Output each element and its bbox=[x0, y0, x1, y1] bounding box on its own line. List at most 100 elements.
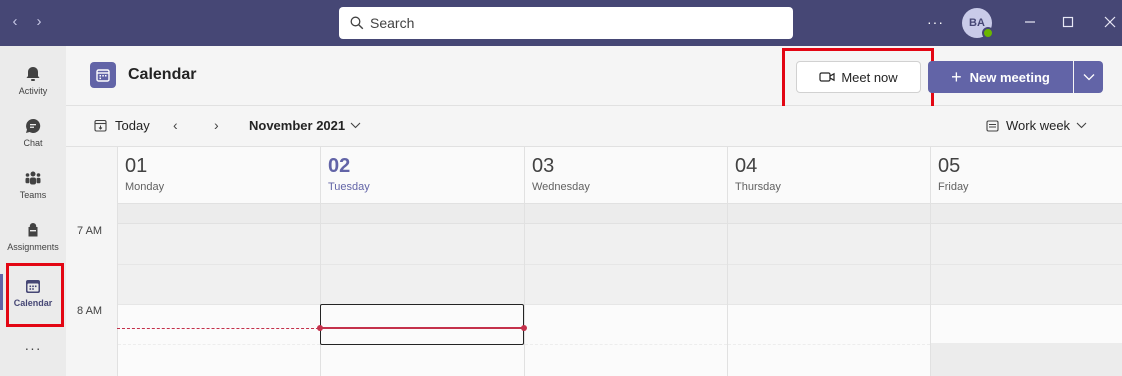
chat-icon bbox=[26, 118, 41, 133]
calendar-header: Calendar Meet now + New meeting bbox=[66, 46, 1122, 110]
day-column-wednesday[interactable]: 03 Wednesday bbox=[524, 147, 727, 376]
more-apps-icon[interactable]: ··· bbox=[0, 340, 66, 356]
day-name: Friday bbox=[938, 181, 969, 193]
title-bar: ‹ › Search ··· BA bbox=[0, 0, 1122, 46]
new-meeting-dropdown-button[interactable] bbox=[1074, 61, 1103, 93]
month-label: November 2021 bbox=[249, 118, 346, 133]
day-name: Monday bbox=[125, 181, 165, 193]
hour-line bbox=[931, 304, 1122, 305]
close-icon bbox=[1104, 16, 1116, 28]
meet-now-highlight-box bbox=[782, 48, 934, 110]
month-picker[interactable]: November 2021 bbox=[249, 118, 361, 133]
avatar[interactable]: BA bbox=[962, 8, 994, 39]
current-time-dot bbox=[521, 325, 527, 331]
history-nav: ‹ › bbox=[10, 13, 44, 30]
all-day-slot[interactable] bbox=[321, 204, 524, 224]
day-number: 03 bbox=[532, 155, 555, 177]
rail-item-activity[interactable]: Activity bbox=[0, 54, 66, 106]
time-slot[interactable] bbox=[525, 304, 727, 376]
view-switcher[interactable]: Work week bbox=[986, 118, 1087, 133]
today-button[interactable]: Today bbox=[94, 118, 150, 133]
calendar-toolbar: Today ‹ › November 2021 Work week bbox=[66, 106, 1122, 147]
all-day-slot[interactable] bbox=[931, 204, 1122, 224]
minimize-button[interactable] bbox=[1018, 10, 1042, 34]
chevron-left-icon[interactable]: ‹ bbox=[173, 117, 178, 133]
calendar-highlight-box bbox=[6, 263, 64, 327]
rail-item-label: Teams bbox=[19, 189, 47, 200]
current-time-indicator bbox=[117, 328, 319, 329]
hour-line bbox=[525, 304, 727, 305]
time-slot[interactable] bbox=[118, 304, 320, 376]
half-hour-line bbox=[321, 264, 524, 265]
rail-item-label: Assignments bbox=[7, 241, 59, 252]
rail-item-label: Chat bbox=[23, 137, 43, 148]
search-placeholder: Search bbox=[370, 15, 415, 31]
plus-icon: + bbox=[951, 67, 962, 87]
rail-item-label: Activity bbox=[18, 85, 48, 96]
half-hour-line bbox=[118, 344, 320, 345]
day-name: Thursday bbox=[735, 181, 781, 193]
current-time-line bbox=[319, 327, 523, 329]
day-name: Wednesday bbox=[532, 181, 590, 193]
day-column-friday[interactable]: 05 Friday bbox=[930, 147, 1122, 376]
minimize-icon bbox=[1025, 21, 1035, 23]
maximize-button[interactable] bbox=[1056, 10, 1080, 34]
day-header: 05 Friday bbox=[931, 147, 1122, 204]
day-column-thursday[interactable]: 04 Thursday bbox=[727, 147, 930, 376]
more-options-icon[interactable]: ··· bbox=[927, 14, 944, 30]
day-name: Tuesday bbox=[328, 181, 370, 193]
close-button[interactable] bbox=[1098, 10, 1122, 34]
day-number: 02 bbox=[328, 155, 351, 177]
forward-arrow-icon[interactable]: › bbox=[34, 13, 44, 30]
time-label: 7 AM bbox=[77, 225, 103, 237]
back-arrow-icon[interactable]: ‹ bbox=[10, 13, 20, 30]
search-icon bbox=[350, 16, 364, 30]
work-week-icon bbox=[986, 119, 999, 132]
presence-available-icon bbox=[982, 27, 994, 39]
new-meeting-label: New meeting bbox=[969, 69, 1050, 85]
time-label: 8 AM bbox=[77, 305, 103, 317]
half-hour-line bbox=[931, 264, 1122, 265]
half-hour-line bbox=[525, 344, 727, 345]
chevron-right-icon[interactable]: › bbox=[214, 117, 219, 133]
calendar-grid: 7 AM 8 AM 01 Monday 02 Tuesday 03 Wednes… bbox=[66, 147, 1122, 376]
avatar-initials: BA bbox=[969, 17, 985, 29]
time-slot[interactable] bbox=[931, 343, 1122, 376]
chevron-down-icon bbox=[1083, 74, 1094, 81]
day-header: 04 Thursday bbox=[728, 147, 930, 204]
half-hour-line bbox=[728, 264, 930, 265]
all-day-slot[interactable] bbox=[118, 204, 320, 224]
assignments-icon bbox=[28, 222, 38, 236]
hour-line bbox=[728, 304, 930, 305]
calendar-app-icon bbox=[90, 62, 116, 88]
all-day-slot[interactable] bbox=[728, 204, 930, 224]
search-box[interactable]: Search bbox=[339, 7, 793, 39]
chevron-down-icon bbox=[1076, 122, 1087, 129]
all-day-slot[interactable] bbox=[525, 204, 727, 224]
day-number: 05 bbox=[938, 155, 961, 177]
half-hour-line bbox=[525, 264, 727, 265]
page-title: Calendar bbox=[128, 66, 197, 83]
calendar-today-icon bbox=[94, 119, 107, 132]
new-meeting-button[interactable]: + New meeting bbox=[928, 61, 1073, 93]
view-label: Work week bbox=[1006, 118, 1071, 133]
time-slot[interactable] bbox=[728, 304, 930, 376]
rail-item-teams[interactable]: Teams bbox=[0, 158, 66, 210]
current-time-dot bbox=[317, 325, 323, 331]
bell-icon bbox=[26, 66, 40, 81]
selected-time-slot[interactable] bbox=[320, 304, 524, 345]
rail-item-chat[interactable]: Chat bbox=[0, 106, 66, 158]
rail-item-assignments[interactable]: Assignments bbox=[0, 210, 66, 262]
day-number: 04 bbox=[735, 155, 758, 177]
day-column-monday[interactable]: 01 Monday bbox=[117, 147, 320, 376]
half-hour-line bbox=[118, 264, 320, 265]
teams-icon bbox=[25, 171, 41, 184]
day-header: 03 Wednesday bbox=[525, 147, 727, 204]
day-header: 02 Tuesday bbox=[321, 147, 524, 204]
day-header: 01 Monday bbox=[118, 147, 320, 204]
hour-line bbox=[118, 304, 320, 305]
maximize-icon bbox=[1062, 16, 1074, 28]
today-label: Today bbox=[115, 118, 150, 133]
chevron-down-icon bbox=[350, 122, 361, 129]
time-gutter: 7 AM 8 AM bbox=[66, 147, 117, 376]
